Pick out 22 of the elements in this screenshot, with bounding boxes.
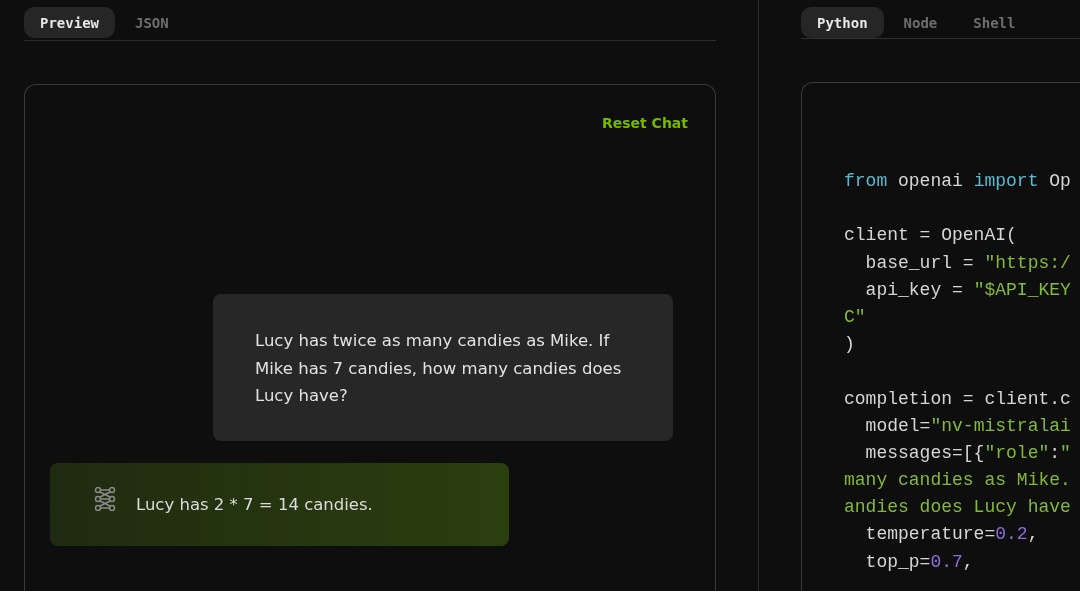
code-line: temperature=0.2, <box>864 523 1040 547</box>
reset-chat-link[interactable]: Reset Chat <box>601 115 688 131</box>
tab[interactable]: Node <box>887 7 954 38</box>
code-line: api_key = "$API_KEY <box>864 278 1072 302</box>
tab[interactable]: JSON <box>119 7 185 38</box>
code-line: base_url = "https:/ <box>864 251 1072 275</box>
code-line: model="nv-mistralai <box>864 414 1072 438</box>
code-line: many candies as Mike. <box>844 469 1072 493</box>
code-line: messages=[{"role":" <box>864 441 1072 465</box>
network-icon <box>94 487 116 511</box>
code-line: completion = client.c <box>844 387 1072 411</box>
user-message: Lucy has twice as many candies as Mike. If Mike has 7 candies, how many candies does Lucy have? <box>213 294 673 441</box>
assistant-text: Lucy has 2 * 7 = 14 candies. <box>136 494 373 514</box>
code-line: C" <box>844 305 867 329</box>
tab[interactable]: Python <box>801 7 884 38</box>
tab[interactable]: Preview <box>24 7 115 38</box>
code-line: client = OpenAI( <box>844 224 1018 248</box>
code-line: ) <box>844 333 856 357</box>
code-line: top_p=0.7, <box>864 550 975 574</box>
code-line: from openai import Op <box>844 170 1072 193</box>
tab[interactable]: Shell <box>957 7 1032 38</box>
code-line: andies does Lucy have <box>844 496 1072 520</box>
